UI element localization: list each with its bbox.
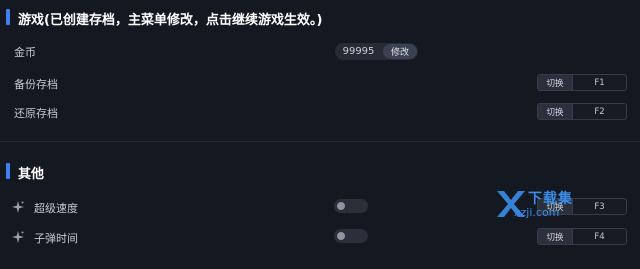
restore-save-hotkey[interactable]: 切换 F2 bbox=[537, 103, 627, 120]
gold-edit-button[interactable]: 修改 bbox=[383, 44, 417, 59]
watermark-x-icon bbox=[497, 191, 525, 217]
restore-save-label: 还原存档 bbox=[14, 107, 58, 120]
section-accent-bar bbox=[6, 163, 10, 179]
backup-save-label: 备份存档 bbox=[14, 78, 58, 91]
bullet-time-label: 子弹时间 bbox=[34, 232, 78, 245]
switch-knob bbox=[337, 202, 345, 210]
section-divider bbox=[0, 141, 640, 142]
bullet-time-hotkey[interactable]: 切换 F4 bbox=[537, 228, 627, 245]
sparkle-icon bbox=[12, 231, 24, 243]
bullet-time-toggle-button[interactable]: 切换 bbox=[538, 229, 573, 244]
section-title: 游戏(已创建存档，主菜单修改，点击继续游戏生效。) bbox=[18, 13, 323, 28]
backup-save-key[interactable]: F1 bbox=[573, 78, 626, 88]
bullet-time-key[interactable]: F4 bbox=[573, 232, 626, 242]
super-speed-hotkey[interactable]: 切换 F3 bbox=[537, 198, 627, 215]
restore-save-key[interactable]: F2 bbox=[573, 107, 626, 117]
gold-value-field[interactable]: 99995 修改 bbox=[335, 43, 418, 60]
backup-save-toggle-button[interactable]: 切换 bbox=[538, 75, 573, 90]
restore-save-toggle-button[interactable]: 切换 bbox=[538, 104, 573, 119]
section-accent-bar bbox=[6, 9, 10, 25]
gold-label: 金币 bbox=[14, 46, 36, 59]
bullet-time-switch[interactable] bbox=[334, 229, 368, 243]
super-speed-toggle-button[interactable]: 切换 bbox=[538, 199, 573, 214]
gold-value[interactable]: 99995 bbox=[335, 46, 382, 57]
sparkle-icon bbox=[12, 201, 24, 213]
backup-save-hotkey[interactable]: 切换 F1 bbox=[537, 74, 627, 91]
super-speed-label: 超级速度 bbox=[34, 202, 78, 215]
super-speed-key[interactable]: F3 bbox=[573, 202, 626, 212]
section-title: 其他 bbox=[18, 167, 45, 182]
switch-knob bbox=[337, 232, 345, 240]
super-speed-switch[interactable] bbox=[334, 199, 368, 213]
